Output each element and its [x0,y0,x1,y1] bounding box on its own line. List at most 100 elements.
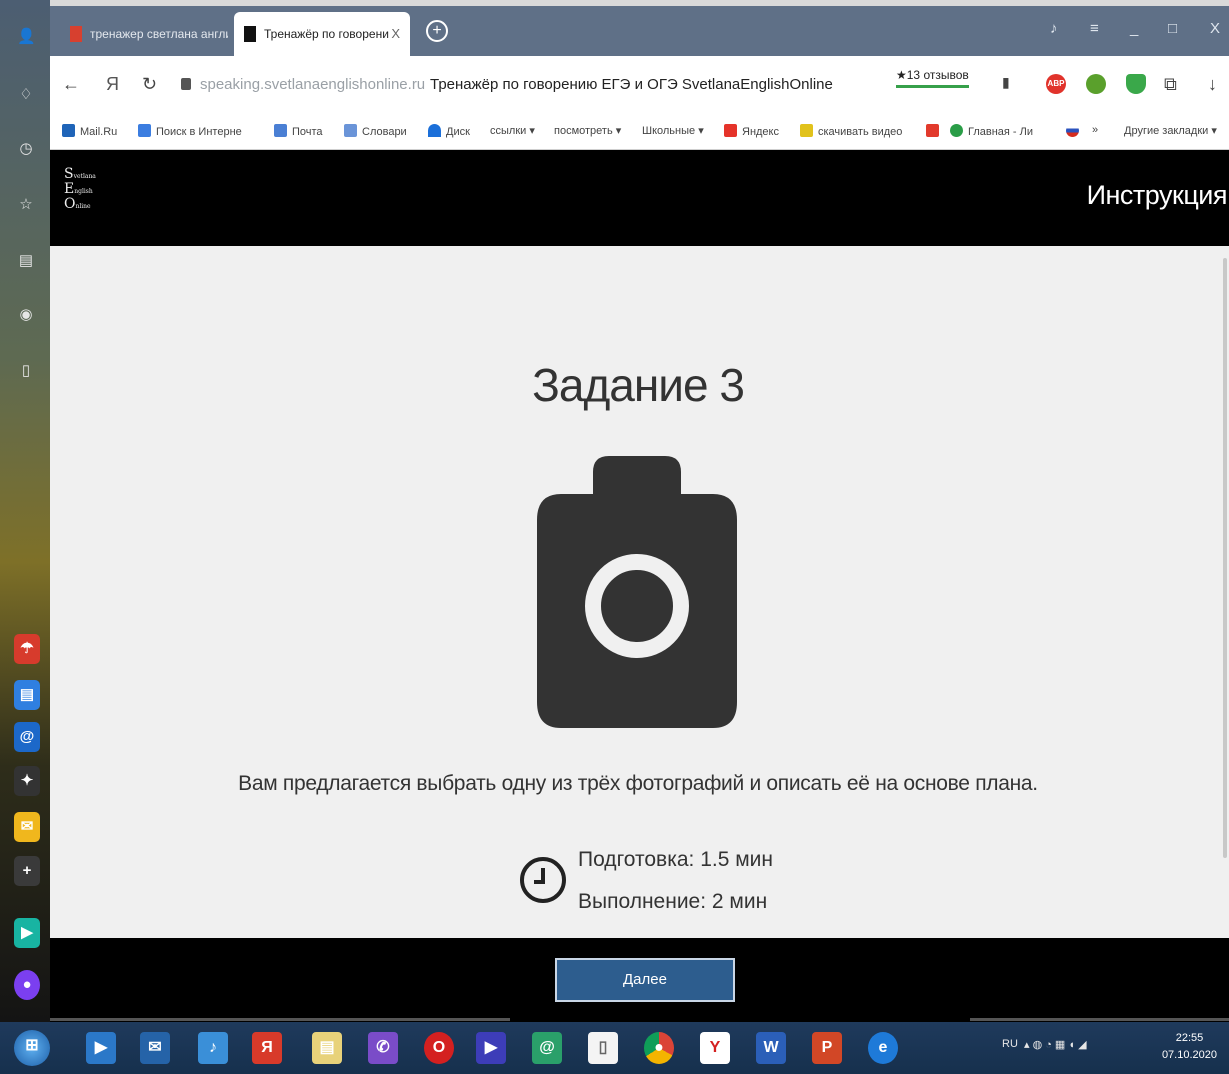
site-favicon-icon [244,26,256,42]
notes-icon[interactable]: ▯ [17,362,35,380]
bug-icon[interactable] [1086,74,1106,94]
history-icon[interactable]: ◷ [17,140,35,158]
url-page-title[interactable]: Тренажёр по говорению ЕГЭ и ОГЭ Svetlana… [430,76,833,93]
footer-divider-right [970,1018,1229,1021]
new-tab-button[interactable]: + [426,20,448,42]
yandex-y-icon[interactable]: Y [700,1032,730,1064]
close-tab-icon[interactable]: X [391,12,400,56]
clock-date: 07.10.2020 [1161,1049,1217,1061]
youtube-icon [926,124,939,137]
execution-time: Выполнение: 2 мин [578,890,768,913]
bookmark-dictionaries[interactable]: Словари [344,124,407,138]
footer-divider-left [50,1018,510,1021]
instruction-link[interactable]: Инструкция [1087,180,1228,211]
more-bookmarks-button[interactable]: » [1092,124,1098,136]
bookmark-main[interactable]: Главная - Ли [950,124,1033,138]
bookmark-flag-icon[interactable]: ▮ [1002,74,1010,91]
close-window-button[interactable]: X [1210,20,1220,37]
umbrella-app-icon[interactable]: ☂ [14,634,40,664]
mail-client-icon[interactable]: ✉ [140,1032,170,1064]
tray-icons[interactable]: ▴ ◍ ◔ ▦ ◖ ◢ [1024,1038,1087,1051]
mail-agent-icon[interactable]: @ [532,1032,562,1064]
flag-icon[interactable] [1066,124,1084,138]
play-icon[interactable]: ◉ [17,306,35,324]
download-icon[interactable]: ↓ [1208,74,1217,95]
bookmark-youtube[interactable] [926,124,944,138]
bookmark-disk[interactable]: Диск [428,124,470,138]
tab-label: тренажер светлана англи [90,27,228,41]
bookmark-yandex[interactable]: Яндекс [724,124,779,138]
search-icon [138,124,151,137]
viber-icon[interactable]: ✆ [368,1032,398,1064]
maximize-button[interactable]: □ [1168,20,1177,37]
mail-app-icon[interactable]: @ [14,722,40,752]
site-logo[interactable]: Svetlana English Online [64,167,104,228]
bookmark-search[interactable]: Поиск в Интерне [138,124,242,138]
language-indicator[interactable]: RU [1002,1038,1018,1050]
play-app-icon[interactable]: ▶ [476,1032,506,1064]
clock-time: 22:55 [1175,1032,1204,1044]
bookmark-folder-school[interactable]: Школьные ▾ [642,124,704,137]
star-app-icon[interactable]: ✦ [14,766,40,796]
word-icon[interactable]: W [756,1032,786,1064]
docs-app-icon[interactable]: ▤ [14,680,40,710]
edge-icon[interactable]: e [868,1032,898,1064]
opera-icon[interactable]: O [424,1032,454,1064]
alice-app-icon[interactable]: ● [14,970,40,1000]
bookmark-mail[interactable]: Почта [274,124,323,138]
mail-envelope-app-icon[interactable]: ✉ [14,812,40,842]
scrollbar[interactable] [1223,258,1227,858]
minimize-button[interactable]: _ [1130,20,1138,37]
notepad-icon[interactable]: ▤ [312,1032,342,1064]
taskbar: ⊞ ▶ ✉ ♪ Я ▤ ✆ O ▶ @ ▯ ● Y W P e RU ▴ ◍ ◔… [0,1022,1229,1074]
other-bookmarks-button[interactable]: Другие закладки ▾ [1124,124,1217,137]
reviews-badge[interactable]: ★13 отзывов [896,68,969,88]
bookmark-mailru[interactable]: Mail.Ru [62,124,117,138]
address-bar: ← Я ↻ speaking.svetlanaenglishonline.ru … [50,56,1229,114]
chrome-icon[interactable]: ● [644,1032,674,1064]
play-store-app-icon[interactable]: ▶ [14,918,40,948]
notifications-icon[interactable]: ♢ [17,86,35,104]
document-icon[interactable]: ▯ [588,1032,618,1064]
task-title: Задание 3 [532,359,745,411]
mailru-icon [62,124,75,137]
bookmarks-bar: Mail.Ru Поиск в Интерне Почта Словари Ди… [50,114,1229,150]
back-arrow-icon[interactable]: ← [62,74,80,95]
tab-trainer-speaking[interactable]: Тренажёр по говорени X [234,12,410,56]
start-button-icon[interactable]: ⊞ [14,1030,50,1066]
media-player-icon[interactable]: ▶ [86,1032,116,1064]
disk-icon [428,124,441,137]
adblock-icon[interactable]: ABP [1046,74,1066,94]
site-footer: Далее [50,938,1229,1022]
tab-bar: тренажер светлана англи Тренажёр по гово… [50,6,1229,56]
bookmark-manager-icon[interactable]: ♪ [1050,20,1058,37]
bookmark-folder-watch[interactable]: посмотреть ▾ [554,124,621,137]
menu-icon[interactable]: ≡ [1090,20,1099,37]
bookmark-download-video[interactable]: скачивать видео [800,124,902,138]
system-clock[interactable]: 22:55 07.10.2020 [1162,1030,1217,1064]
powerpoint-icon[interactable]: P [812,1032,842,1064]
task-card: Задание 3 Вам предлагается выбрать одну … [50,246,1229,938]
tab-label: Тренажёр по говорени [264,27,389,41]
next-button[interactable]: Далее [555,958,735,1002]
mail-icon [274,124,287,137]
url-domain[interactable]: speaking.svetlanaenglishonline.ru [200,76,425,93]
lock-icon [181,78,191,90]
speaker-app-icon[interactable]: ♪ [198,1032,228,1064]
bookmark-folder-links[interactable]: ссылки ▾ [490,124,535,137]
translate-icon[interactable]: ⧉ [1164,74,1177,95]
clock-icon [520,857,566,903]
yandex-logo-icon[interactable]: Я [106,74,119,95]
add-app-icon[interactable]: + [14,856,40,886]
tab-trainer-search[interactable]: тренажер светлана англи [60,12,228,56]
favorites-icon[interactable]: ☆ [17,196,35,214]
profile-icon[interactable]: 👤 [17,28,36,46]
reload-icon[interactable]: ↻ [142,74,157,95]
task-description: Вам предлагается выбрать одну из трёх фо… [238,772,1038,795]
yandex-browser-icon[interactable]: Я [252,1032,282,1064]
dictionary-icon [344,124,357,137]
camera-icon [537,456,737,728]
downloads-icon[interactable]: ▤ [17,252,35,270]
shield-icon[interactable] [1126,74,1146,94]
site-header: Svetlana English Online Инструкция [50,150,1229,246]
